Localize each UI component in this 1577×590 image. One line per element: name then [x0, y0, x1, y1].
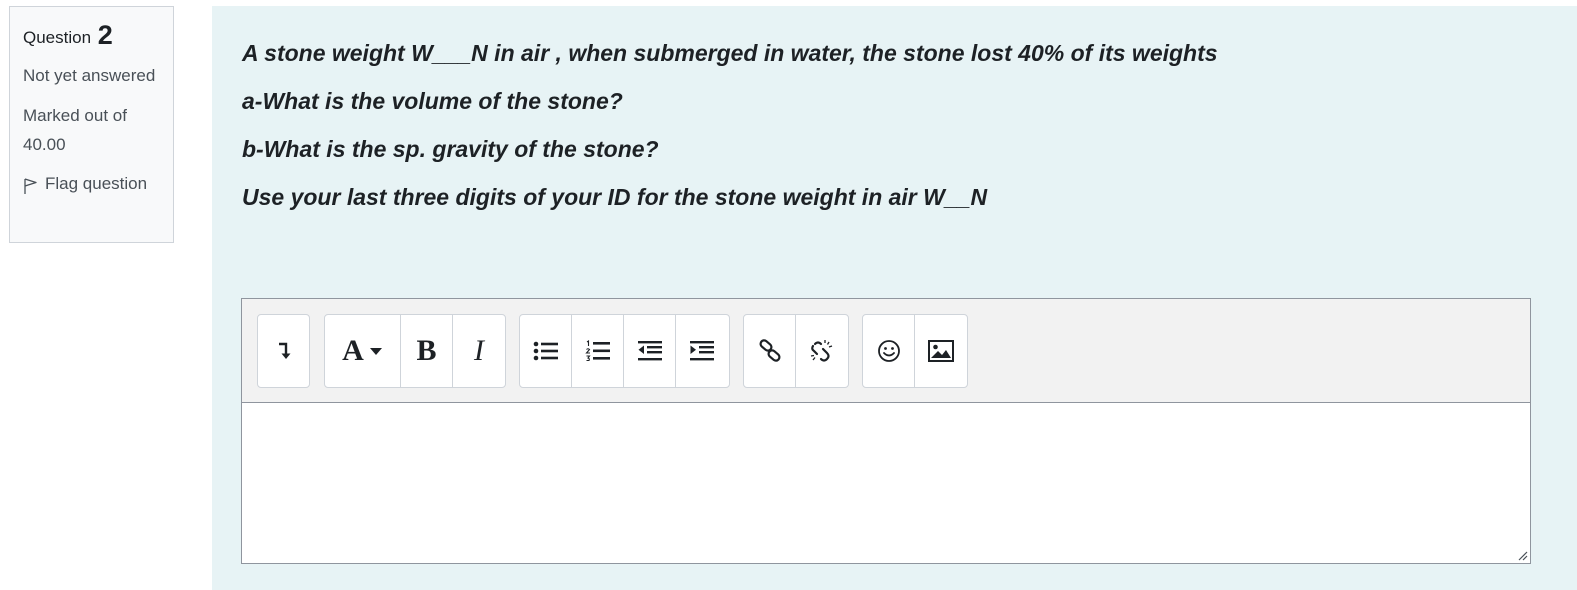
italic-button[interactable]: I: [453, 315, 505, 387]
question-line: b-What is the sp. gravity of the stone?: [242, 136, 659, 162]
image-icon: [928, 340, 954, 362]
outdent-button[interactable]: [624, 315, 676, 387]
answer-editor: A B I: [241, 298, 1531, 564]
unordered-list-icon: [533, 341, 558, 361]
chevron-down-icon: [369, 348, 382, 355]
question-label: Question: [23, 28, 92, 47]
toolbar-group-style: A B I: [324, 314, 506, 388]
toolbar-group-lists: [519, 314, 730, 388]
question-line: A stone weight W___N in air , when subme…: [242, 40, 1218, 66]
bold-icon: B: [416, 334, 437, 367]
indent-icon: [690, 341, 714, 361]
emoji-button[interactable]: [863, 315, 915, 387]
outdent-icon: [637, 341, 662, 361]
unlink-button[interactable]: [796, 315, 848, 387]
link-icon: [758, 339, 781, 362]
question-text: A stone weight W___N in air , when subme…: [242, 38, 1218, 230]
unlink-icon: [810, 340, 833, 362]
ordered-list-icon: [584, 339, 610, 362]
question-line: a-What is the volume of the stone?: [242, 88, 623, 114]
bold-button[interactable]: B: [401, 315, 453, 387]
indent-button[interactable]: [676, 315, 728, 387]
resize-grip-icon[interactable]: [1516, 549, 1528, 561]
question-content: A stone weight W___N in air , when subme…: [212, 6, 1577, 590]
unordered-list-button[interactable]: [520, 315, 572, 387]
show-more-button[interactable]: [258, 315, 309, 387]
question-line: Use your last three digits of your ID fo…: [242, 184, 988, 210]
question-grade: Marked out of 40.00: [23, 106, 127, 154]
question-number-heading: Question 2: [23, 19, 173, 51]
question-state: Not yet answered: [23, 66, 156, 85]
link-button[interactable]: [744, 315, 796, 387]
flag-question-label: Flag question: [45, 174, 148, 193]
image-button[interactable]: [915, 315, 967, 387]
toolbar-group-links: [743, 314, 849, 388]
show-more-icon: [278, 342, 290, 359]
question-number: 2: [97, 20, 113, 50]
emoji-icon: [877, 340, 900, 362]
editor-toolbar: A B I: [242, 299, 1530, 403]
flag-outline-icon: [24, 178, 37, 194]
ordered-list-button[interactable]: [572, 315, 624, 387]
flag-question-link[interactable]: Flag question: [23, 173, 173, 195]
toolbar-group-insert: [862, 314, 968, 388]
italic-icon: I: [474, 334, 484, 367]
font-style-button[interactable]: A: [325, 315, 401, 387]
toolbar-group-collapse: [257, 314, 310, 388]
answer-text-area[interactable]: [242, 403, 1530, 563]
font-style-icon: A: [342, 334, 364, 367]
question-info-panel: Question 2 Not yet answered Marked out o…: [9, 6, 174, 243]
